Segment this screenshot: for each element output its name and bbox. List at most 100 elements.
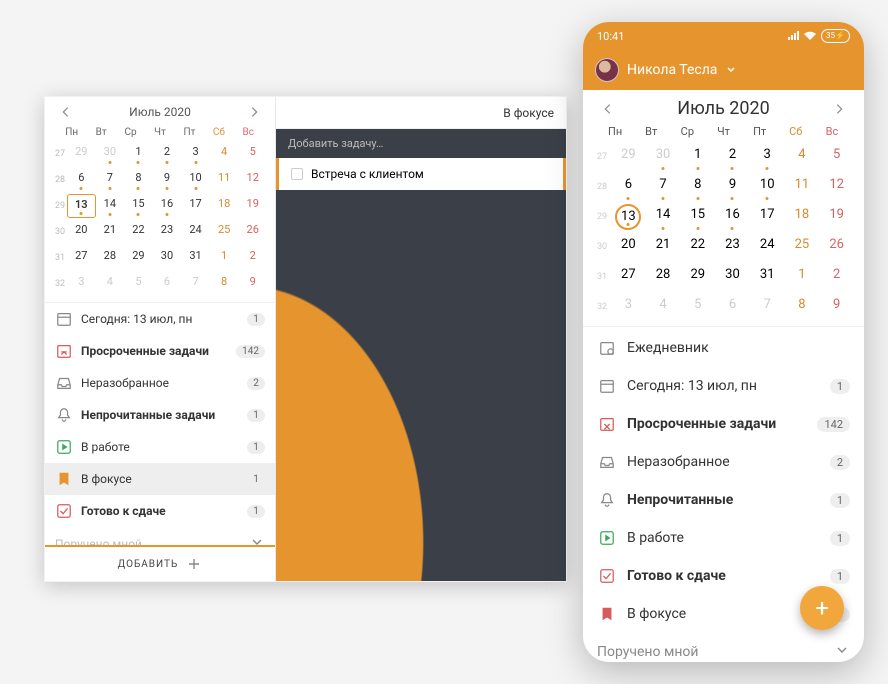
calendar-day[interactable]: 25 (785, 232, 820, 262)
calendar-day[interactable]: 29 (124, 246, 153, 270)
calendar-day[interactable]: 10 (750, 172, 785, 202)
sidebar-item-inwork[interactable]: В работе 1 (45, 431, 275, 463)
list-item-byme[interactable]: Поручено мной (583, 633, 864, 662)
calendar-day[interactable]: 9 (153, 168, 182, 192)
calendar-day[interactable]: 2 (715, 142, 750, 172)
calendar-day[interactable]: 8 (680, 172, 715, 202)
calendar-day[interactable]: 17 (750, 202, 785, 232)
calendar-day[interactable]: 28 (96, 246, 125, 270)
calendar-day[interactable]: 14 (96, 194, 125, 218)
add-task-input[interactable]: Добавить задачу… (276, 129, 566, 158)
calendar-day[interactable]: 3 (67, 272, 96, 296)
calendar-day[interactable]: 2 (153, 142, 182, 166)
sidebar-item-overdue[interactable]: Просроченные задачи 142 (45, 335, 275, 367)
calendar-day[interactable]: 1 (210, 246, 239, 270)
calendar-day[interactable]: 20 (67, 220, 96, 244)
calendar-day[interactable]: 18 (785, 202, 820, 232)
calendar-day[interactable]: 2 (819, 262, 854, 292)
calendar-day[interactable]: 26 (819, 232, 854, 262)
calendar-day[interactable]: 30 (646, 142, 681, 172)
sidebar-item-focus[interactable]: В фокусе 1 (45, 463, 275, 495)
calendar-day[interactable]: 6 (715, 292, 750, 322)
calendar-day[interactable]: 9 (819, 292, 854, 322)
calendar-day[interactable]: 30 (96, 142, 125, 166)
calendar-day[interactable]: 21 (96, 220, 125, 244)
calendar-day[interactable]: 19 (238, 194, 267, 218)
calendar-day[interactable]: 8 (124, 168, 153, 192)
list-item-daily[interactable]: Ежедневник (583, 329, 864, 367)
calendar-day[interactable]: 19 (819, 202, 854, 232)
calendar-day[interactable]: 1 (124, 142, 153, 166)
calendar-day[interactable]: 29 (611, 142, 646, 172)
calendar-day[interactable]: 6 (611, 172, 646, 202)
calendar-day[interactable]: 31 (750, 262, 785, 292)
calendar-day[interactable]: 11 (210, 168, 239, 192)
calendar-day[interactable]: 24 (181, 220, 210, 244)
calendar-day[interactable]: 14 (646, 202, 681, 232)
calendar-day[interactable]: 22 (680, 232, 715, 262)
fab-add-button[interactable]: + (800, 586, 844, 630)
calendar-day[interactable]: 13 (67, 194, 96, 218)
list-item-inwork[interactable]: В работе 1 (583, 519, 864, 557)
sidebar-item-unread[interactable]: Непрочитанные задачи 1 (45, 399, 275, 431)
calendar-day[interactable]: 30 (715, 262, 750, 292)
sidebar-item-inbox[interactable]: Неразобранное 2 (45, 367, 275, 399)
calendar-day[interactable]: 13 (615, 204, 641, 230)
calendar-day[interactable]: 15 (124, 194, 153, 218)
calendar-day[interactable]: 20 (611, 232, 646, 262)
prev-month-button[interactable] (59, 105, 73, 119)
task-checkbox[interactable] (291, 168, 303, 180)
calendar-day[interactable]: 12 (238, 168, 267, 192)
calendar-day[interactable]: 22 (124, 220, 153, 244)
calendar-day[interactable]: 1 (680, 142, 715, 172)
calendar-day[interactable]: 7 (181, 272, 210, 296)
next-month-button[interactable] (832, 102, 846, 116)
calendar-day[interactable]: 1 (785, 262, 820, 292)
calendar-day[interactable]: 12 (819, 172, 854, 202)
calendar-day[interactable]: 15 (680, 202, 715, 232)
calendar-day[interactable]: 3 (181, 142, 210, 166)
calendar-day[interactable]: 28 (646, 262, 681, 292)
calendar-day[interactable]: 6 (67, 168, 96, 192)
calendar-day[interactable]: 16 (715, 202, 750, 232)
calendar-day[interactable]: 4 (96, 272, 125, 296)
next-month-button[interactable] (247, 105, 261, 119)
calendar-day[interactable]: 10 (181, 168, 210, 192)
calendar-day[interactable]: 8 (210, 272, 239, 296)
calendar-day[interactable]: 24 (750, 232, 785, 262)
calendar-day[interactable]: 16 (153, 194, 182, 218)
calendar-day[interactable]: 17 (181, 194, 210, 218)
sidebar-item-ready[interactable]: Готово к сдаче 1 (45, 495, 275, 527)
calendar-day[interactable]: 7 (750, 292, 785, 322)
add-list-button[interactable]: Добавить (45, 545, 275, 581)
calendar-day[interactable]: 27 (611, 262, 646, 292)
calendar-day[interactable]: 31 (181, 246, 210, 270)
calendar-day[interactable]: 4 (646, 292, 681, 322)
prev-month-button[interactable] (601, 102, 615, 116)
calendar-day[interactable]: 2 (238, 246, 267, 270)
calendar-day[interactable]: 9 (715, 172, 750, 202)
calendar-day[interactable]: 21 (646, 232, 681, 262)
calendar-day[interactable]: 4 (785, 142, 820, 172)
calendar-day[interactable]: 5 (238, 142, 267, 166)
calendar-day[interactable]: 4 (210, 142, 239, 166)
calendar-day[interactable]: 29 (67, 142, 96, 166)
calendar-day[interactable]: 5 (680, 292, 715, 322)
calendar-day[interactable]: 7 (96, 168, 125, 192)
calendar-day[interactable]: 8 (785, 292, 820, 322)
calendar-day[interactable]: 30 (153, 246, 182, 270)
list-item-inbox[interactable]: Неразобранное 2 (583, 443, 864, 481)
calendar-day[interactable]: 5 (819, 142, 854, 172)
calendar-day[interactable]: 3 (611, 292, 646, 322)
calendar-day[interactable]: 23 (715, 232, 750, 262)
calendar-day[interactable]: 25 (210, 220, 239, 244)
calendar-day[interactable]: 27 (67, 246, 96, 270)
calendar-day[interactable]: 7 (646, 172, 681, 202)
calendar-day[interactable]: 23 (153, 220, 182, 244)
calendar-day[interactable]: 9 (238, 272, 267, 296)
sidebar-item-today[interactable]: Сегодня: 13 июл, пн 1 (45, 303, 275, 335)
profile-bar[interactable]: Никола Тесла (583, 50, 864, 90)
calendar-day[interactable]: 6 (153, 272, 182, 296)
sidebar-item-byme[interactable]: Поручено мной (45, 527, 275, 545)
list-item-today[interactable]: Сегодня: 13 июл, пн 1 (583, 367, 864, 405)
